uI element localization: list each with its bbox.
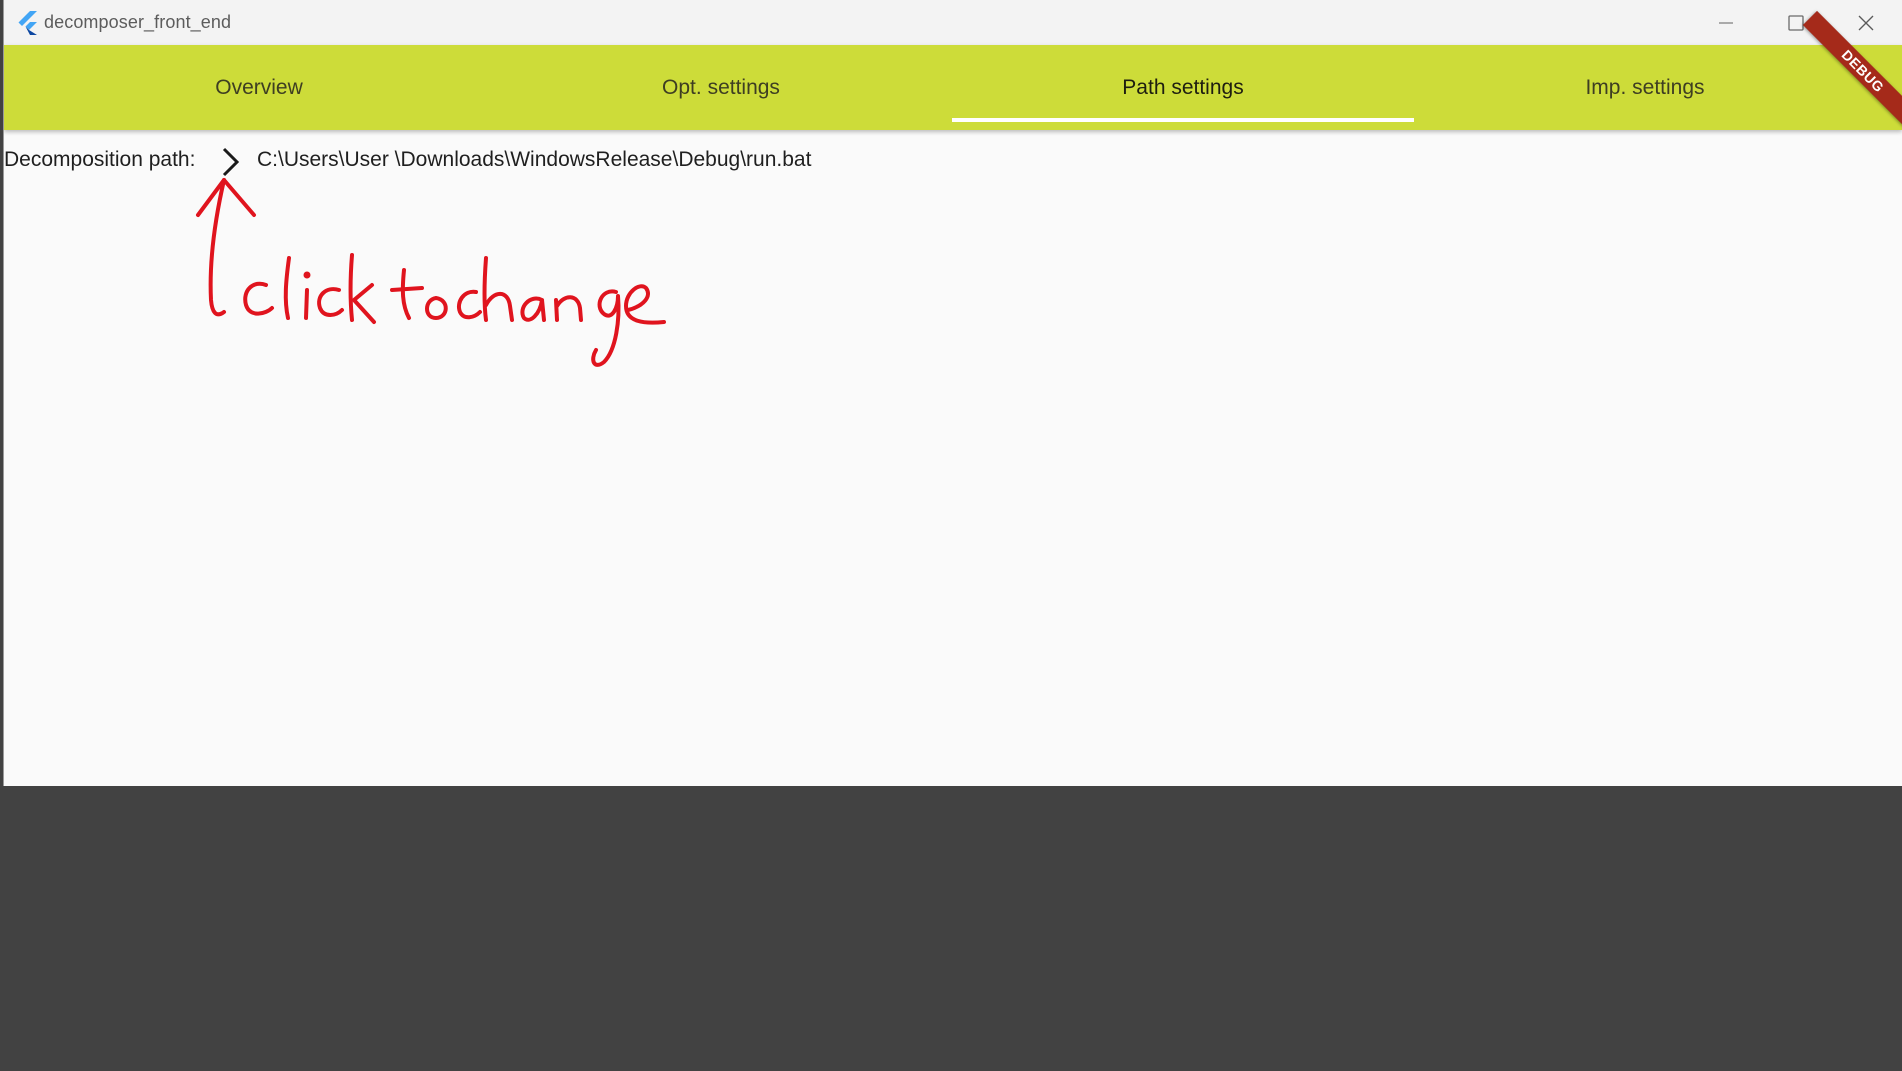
- close-icon: [1858, 15, 1874, 30]
- tab-label: Overview: [215, 75, 303, 99]
- tab-imp-settings[interactable]: Imp. settings: [1414, 45, 1876, 130]
- change-path-button[interactable]: [212, 145, 248, 179]
- tab-label: Imp. settings: [1585, 75, 1705, 99]
- window-title: decomposer_front_end: [44, 12, 232, 32]
- active-tab-indicator: [952, 118, 1414, 122]
- minimize-icon: [1719, 21, 1733, 24]
- tab-label: Path settings: [1122, 75, 1244, 99]
- tab-opt-settings[interactable]: Opt. settings: [490, 45, 952, 130]
- path-label: Decomposition path:: [4, 148, 196, 171]
- chevron-right-icon: [222, 147, 240, 177]
- path-value: C:\Users\User \Downloads\WindowsRelease\…: [257, 148, 812, 171]
- flutter-icon: [18, 11, 37, 35]
- tab-overview[interactable]: Overview: [28, 45, 490, 130]
- app-window: decomposer_front_end Overview Opt. setti…: [3, 0, 1902, 786]
- maximize-icon: [1788, 14, 1804, 31]
- title-bar[interactable]: decomposer_front_end: [4, 0, 1902, 45]
- arrow-shaft: [208, 178, 226, 317]
- arrow-head: [196, 178, 256, 217]
- minimize-button[interactable]: [1691, 0, 1761, 45]
- tab-label: Opt. settings: [662, 75, 780, 99]
